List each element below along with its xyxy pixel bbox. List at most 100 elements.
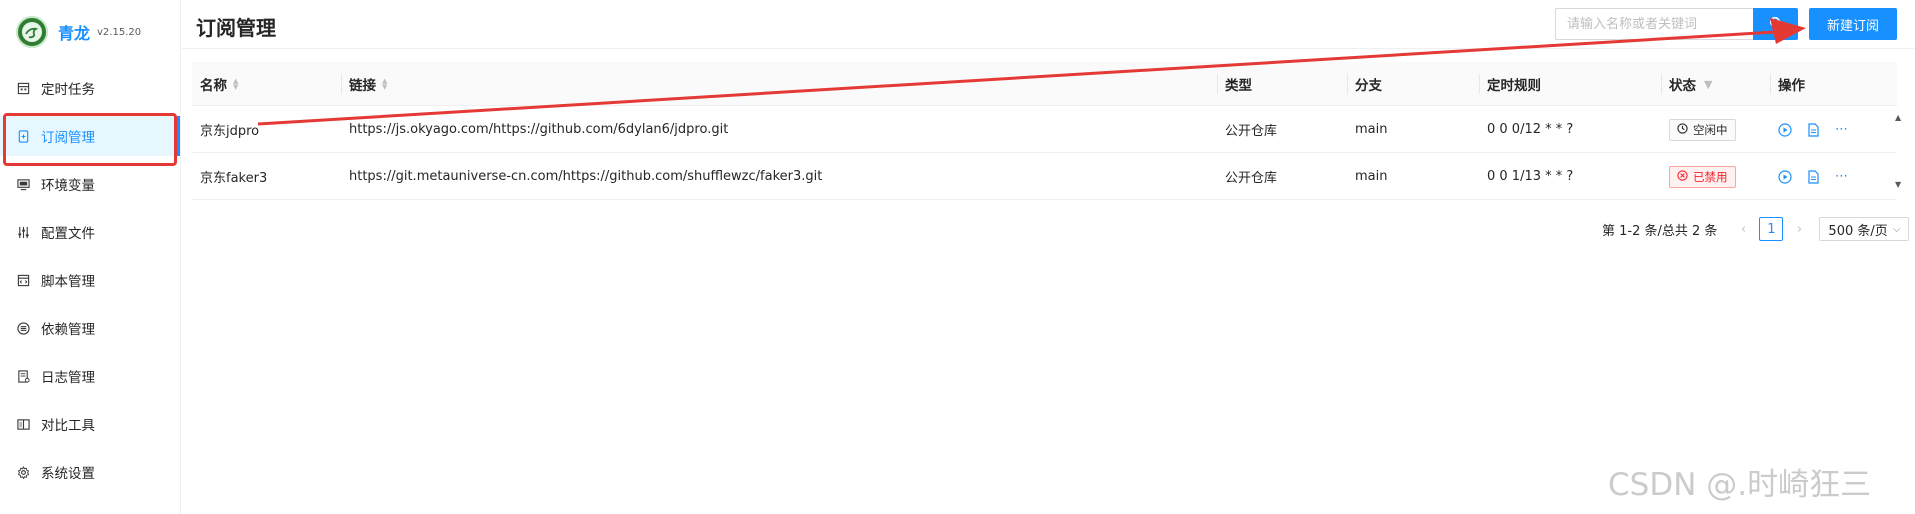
column-separator [341,74,342,94]
column-label: 操作 [1778,78,1805,94]
sidebar-item-label: 订阅管理 [41,130,95,146]
main-content: 订阅管理 新建订阅 名称 ▲▼ 链接 ▲▼ 类型 [182,0,1915,514]
chevron-down-icon: ⌵ [1892,223,1901,235]
cell-actions: ⋯ [1770,153,1863,200]
column-header-schedule: 定时规则 [1479,62,1659,106]
header-divider [182,48,1915,49]
sidebar-item-deps[interactable]: 依赖管理 [0,308,180,348]
subscription-table: 名称 ▲ ▼ 链接 ▲ ▼ 类型 分支 定时规则 状态 ▼ 操作 京东jdpro… [192,62,1897,200]
column-separator [1770,74,1771,94]
cell-type: 公开仓库 [1225,124,1278,139]
sidebar-item-logs[interactable]: 日志管理 [0,356,180,396]
close-circle-icon [1677,169,1688,184]
column-header-branch: 分支 [1347,62,1477,106]
column-header-type: 类型 [1217,62,1347,106]
run-icon[interactable] [1778,169,1792,184]
column-separator [1661,74,1662,94]
sidebar-item-scripts[interactable]: 脚本管理 [0,260,180,300]
sidebar-item-subscription[interactable]: 订阅管理 [0,116,180,156]
search-icon [1769,15,1783,34]
column-header-url[interactable]: 链接 ▲ ▼ [341,62,1177,106]
code-file-icon [16,273,30,287]
cell-type: 公开仓库 [1225,171,1278,186]
clock-icon [1677,122,1688,137]
gear-icon [16,465,30,479]
sliders-icon [16,225,30,239]
cell-schedule: 0 0 1/13 * * ? [1487,169,1574,184]
column-label: 定时规则 [1487,78,1541,94]
brand[interactable]: 青龙 v2.15.20 [16,14,141,50]
column-label: 类型 [1225,78,1252,94]
sidebar-item-label: 配置文件 [41,226,95,242]
prev-page-icon[interactable]: ‹ [1733,222,1753,237]
table-row[interactable]: 京东faker3 https://git.metauniverse-cn.com… [192,153,1897,200]
more-icon[interactable]: ⋯ [1835,169,1848,184]
cell-branch: main [1355,122,1388,137]
scroll-up-arrow[interactable]: ▲ [1895,113,1901,122]
sidebar-item-label: 脚本管理 [41,274,95,290]
calendar-icon [16,81,30,95]
cell-name: 京东faker3 [200,171,268,186]
cell-name: 京东jdpro [200,124,260,139]
column-header-name[interactable]: 名称 ▲ ▼ [192,62,340,106]
sort-icon: ▲ ▼ [233,77,239,91]
watermark: CSDN @.时崎狂三 [1608,467,1872,503]
column-separator [1217,74,1218,94]
scroll-down-arrow[interactable]: ▼ [1895,180,1901,189]
search-button[interactable] [1753,8,1798,40]
sort-icon: ▲ ▼ [382,77,388,91]
desktop-icon [16,177,30,191]
list-circle-icon [16,321,30,335]
qinglong-logo-icon [16,16,48,48]
sidebar: 青龙 v2.15.20 定时任务 订阅管理 环境变量 配置文件 脚本管理 依赖管… [0,0,181,514]
column-label: 名称 [200,78,227,94]
sidebar-item-label: 对比工具 [41,418,95,434]
brand-version: v2.15.20 [97,26,142,38]
sidebar-item-config[interactable]: 配置文件 [0,212,180,252]
search-input[interactable] [1555,8,1753,40]
column-header-status[interactable]: 状态 ▼ [1661,62,1769,106]
cell-schedule: 0 0 0/12 * * ? [1487,122,1574,137]
more-icon[interactable]: ⋯ [1835,122,1848,137]
diff-icon [16,417,30,431]
page-size-label: 500 条/页 [1828,223,1888,239]
filter-icon[interactable]: ▼ [1704,78,1712,91]
column-label: 分支 [1355,78,1382,94]
cell-url: https://js.okyago.com/https://github.com… [349,122,729,137]
sidebar-item-label: 系统设置 [41,466,95,482]
cell-status: 已禁用 [1661,153,1736,200]
table-row[interactable]: 京东jdpro https://js.okyago.com/https://gi… [192,106,1897,153]
sidebar-item-cron[interactable]: 定时任务 [0,68,180,108]
new-subscription-button[interactable]: 新建订阅 [1809,8,1897,40]
sidebar-item-diff[interactable]: 对比工具 [0,404,180,444]
sidebar-item-label: 定时任务 [41,82,95,98]
run-icon[interactable] [1778,122,1792,137]
page-size-select[interactable]: 500 条/页 ⌵ [1819,217,1910,241]
pagination: 第 1-2 条/总共 2 条 ‹ 1 › 500 条/页 ⌵ [1602,217,1910,241]
log-icon[interactable] [1807,122,1820,137]
cell-url: https://git.metauniverse-cn.com/https://… [349,169,823,184]
next-page-icon[interactable]: › [1789,222,1809,237]
subscription-icon [16,129,30,143]
table-header: 名称 ▲ ▼ 链接 ▲ ▼ 类型 分支 定时规则 状态 ▼ 操作 [192,62,1897,106]
brand-name: 青龙 [58,24,91,43]
pagination-total: 第 1-2 条/总共 2 条 [1602,223,1718,239]
status-badge: 已禁用 [1669,165,1736,188]
sidebar-item-env[interactable]: 环境变量 [0,164,180,204]
cell-actions: ⋯ [1770,106,1863,153]
sidebar-item-settings[interactable]: 系统设置 [0,452,180,492]
column-label: 链接 [349,78,376,94]
log-file-icon [16,369,30,383]
status-label: 已禁用 [1693,169,1728,184]
column-label: 状态 [1669,78,1696,94]
column-separator [1347,74,1348,94]
page-title: 订阅管理 [196,16,276,40]
status-badge: 空闲中 [1669,118,1736,141]
column-separator [1479,74,1480,94]
page-number[interactable]: 1 [1759,217,1784,241]
log-icon[interactable] [1807,169,1820,184]
sidebar-item-label: 环境变量 [41,178,95,194]
cell-branch: main [1355,169,1388,184]
status-label: 空闲中 [1693,122,1728,137]
sidebar-item-label: 日志管理 [41,370,95,386]
